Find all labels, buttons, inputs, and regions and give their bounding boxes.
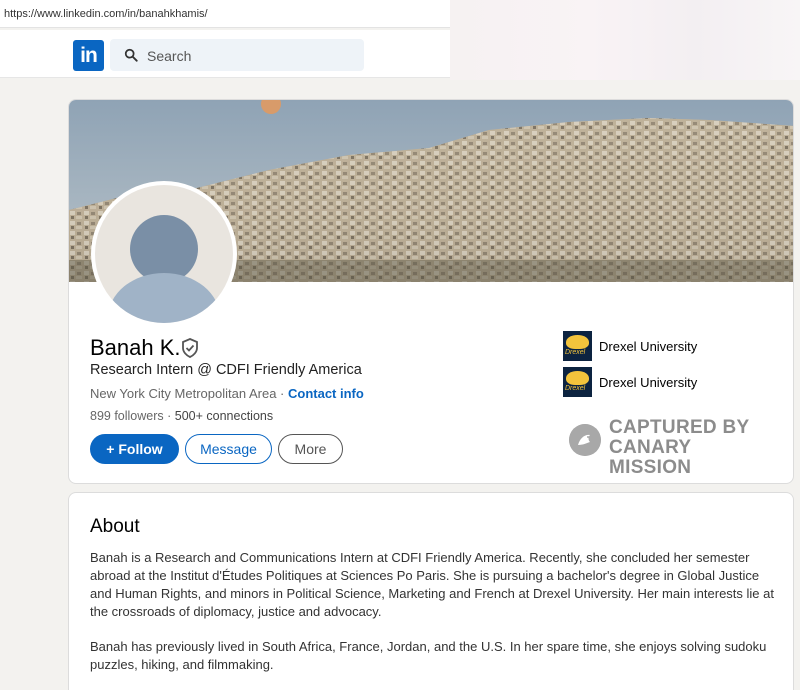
search-icon (124, 48, 138, 62)
watermark-line-1: CAPTURED BY (609, 417, 750, 438)
about-card: About Banah is a Research and Communicat… (68, 492, 794, 690)
profile-photo[interactable] (91, 181, 237, 327)
profile-location: New York City Metropolitan Area · Contac… (90, 386, 364, 401)
message-button[interactable]: Message (185, 434, 272, 464)
separator: · (163, 409, 175, 423)
follow-button[interactable]: + Follow (90, 434, 179, 464)
search-placeholder: Search (147, 48, 192, 64)
drexel-logo: Drexel (563, 331, 592, 361)
about-paragraph-1: Banah is a Research and Communications I… (90, 550, 774, 619)
linkedin-nav-bar: in Search (0, 30, 450, 78)
education-school-name: Drexel University (599, 375, 698, 390)
drexel-logo: Drexel (563, 367, 592, 397)
education-school-name: Drexel University (599, 339, 698, 354)
shield-check-icon[interactable] (181, 338, 199, 358)
linkedin-logo[interactable]: in (73, 40, 104, 71)
contact-info-link[interactable]: Contact info (288, 386, 364, 401)
network-stats: 899 followers · 500+ connections (90, 409, 273, 423)
followers-count: 899 followers (90, 409, 164, 423)
url-text[interactable]: https://www.linkedin.com/in/banahkhamis/ (4, 8, 208, 20)
more-button[interactable]: More (278, 434, 343, 464)
separator: · (276, 386, 288, 401)
profile-card: Banah K. Research Intern @ CDFI Friendly… (68, 99, 794, 484)
profile-headline: Research Intern @ CDFI Friendly America (90, 362, 362, 378)
canary-mission-watermark: CAPTURED BY CANARY MISSION (569, 417, 774, 478)
about-title: About (90, 516, 140, 537)
blurred-region (450, 0, 800, 80)
about-paragraph-2: Banah has previously lived in South Afri… (90, 639, 767, 672)
search-input[interactable]: Search (110, 39, 364, 71)
connections-count: 500+ connections (174, 409, 274, 423)
location-text: New York City Metropolitan Area (90, 386, 277, 401)
watermark-line-2: CANARY MISSION (609, 437, 692, 478)
bird-icon (569, 424, 601, 456)
profile-name: Banah K. (90, 335, 181, 360)
default-avatar-icon (95, 185, 233, 323)
browser-url-bar[interactable]: https://www.linkedin.com/in/banahkhamis/ (0, 0, 450, 28)
